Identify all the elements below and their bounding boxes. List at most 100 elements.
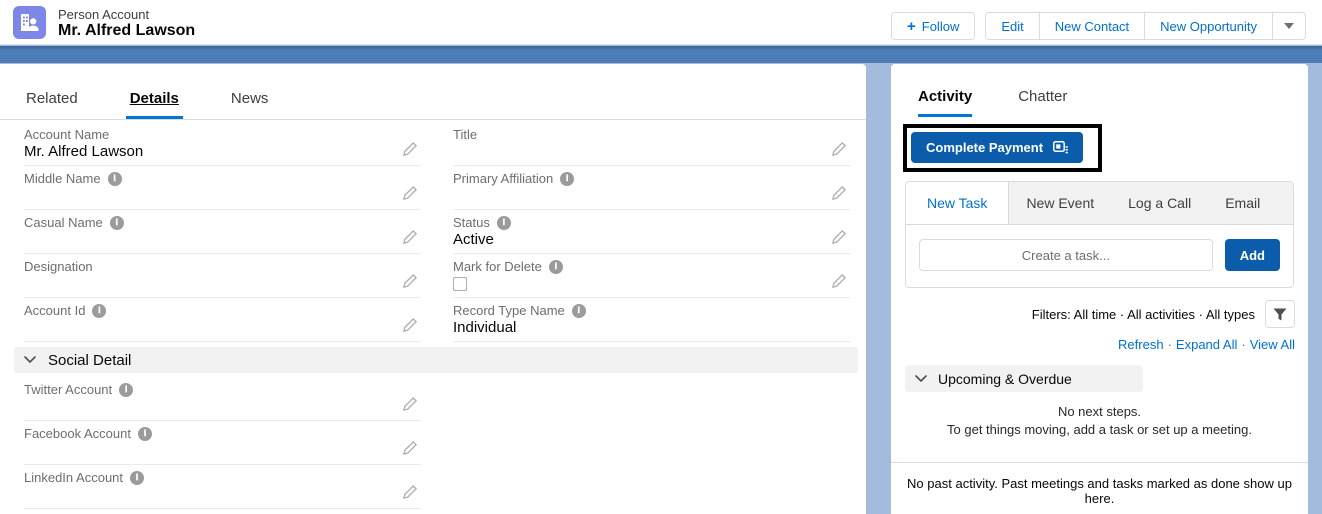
field-label: Casual Name: [24, 215, 103, 230]
field-record-type-name: Record Type Name Individual: [453, 298, 850, 342]
field-linkedin-account: LinkedIn Account: [24, 465, 421, 509]
detail-fields-grid: Account Name Mr. Alfred Lawson Title Mid…: [0, 120, 866, 342]
tab-new-task[interactable]: New Task: [906, 182, 1009, 224]
edit-pencil-icon[interactable]: [831, 230, 846, 245]
field-label: Mark for Delete: [453, 259, 542, 274]
tab-activity[interactable]: Activity: [918, 88, 972, 117]
info-icon[interactable]: [138, 427, 152, 441]
tab-related[interactable]: Related: [22, 90, 82, 119]
funnel-icon: [1273, 308, 1287, 321]
info-icon[interactable]: [119, 383, 133, 397]
edit-pencil-icon[interactable]: [402, 274, 417, 289]
detail-tabs: Related Details News: [0, 76, 866, 120]
field-status: Status Active: [453, 210, 850, 254]
follow-button[interactable]: + Follow: [891, 12, 975, 40]
screen-action-icon: [1053, 141, 1068, 154]
field-value: [24, 398, 395, 418]
field-value: [24, 486, 395, 506]
edit-pencil-icon[interactable]: [831, 274, 846, 289]
edit-pencil-icon[interactable]: [402, 485, 417, 500]
edit-pencil-icon[interactable]: [402, 230, 417, 245]
field-label: Account Id: [24, 303, 85, 318]
chevron-down-icon: [1284, 23, 1294, 29]
field-label: Status: [453, 215, 490, 230]
info-icon[interactable]: [92, 304, 106, 318]
edit-pencil-icon[interactable]: [402, 186, 417, 201]
field-account-name: Account Name Mr. Alfred Lawson: [24, 122, 421, 166]
field-twitter-account: Twitter Account: [24, 377, 421, 421]
field-label: Twitter Account: [24, 382, 112, 397]
info-icon[interactable]: [572, 304, 586, 318]
record-detail-panel: Related Details News Account Name Mr. Al…: [0, 64, 866, 514]
tab-chatter[interactable]: Chatter: [1018, 88, 1067, 117]
composer-body: Add: [906, 225, 1293, 287]
expand-all-link[interactable]: Expand All: [1176, 337, 1237, 352]
complete-payment-button[interactable]: Complete Payment: [911, 132, 1083, 163]
view-all-link[interactable]: View All: [1250, 337, 1295, 352]
more-actions-button[interactable]: [1272, 12, 1306, 40]
upcoming-overdue-section[interactable]: Upcoming & Overdue: [905, 365, 1143, 392]
create-task-input[interactable]: [919, 239, 1213, 271]
edit-pencil-icon[interactable]: [402, 142, 417, 157]
field-label: Middle Name: [24, 171, 101, 186]
field-value: [24, 442, 395, 462]
link-separator: ·: [1241, 337, 1245, 352]
activity-tabs: Activity Chatter: [891, 64, 1308, 117]
info-icon[interactable]: [497, 216, 511, 230]
info-icon[interactable]: [108, 172, 122, 186]
upcoming-overdue-label: Upcoming & Overdue: [938, 371, 1072, 387]
edit-pencil-icon[interactable]: [402, 397, 417, 412]
field-value: [24, 187, 395, 207]
field-facebook-account: Facebook Account: [24, 421, 421, 465]
refresh-link[interactable]: Refresh: [1118, 337, 1164, 352]
field-casual-name: Casual Name: [24, 210, 421, 254]
tab-details[interactable]: Details: [126, 90, 183, 119]
field-label: Designation: [24, 259, 93, 274]
field-value: [24, 319, 395, 339]
no-past-activity-message: No past activity. Past meetings and task…: [891, 476, 1308, 506]
field-label: LinkedIn Account: [24, 470, 123, 485]
field-value: Individual: [453, 319, 824, 339]
activity-divider: [891, 462, 1308, 463]
page-header: Person Account Mr. Alfred Lawson + Follo…: [0, 0, 1322, 45]
info-icon[interactable]: [549, 260, 563, 274]
add-task-button[interactable]: Add: [1225, 239, 1280, 271]
field-value: [24, 275, 395, 295]
activity-composer: New Task New Event Log a Call Email Add: [905, 181, 1294, 288]
page-title: Mr. Alfred Lawson: [58, 22, 195, 40]
edit-pencil-icon[interactable]: [831, 142, 846, 157]
edit-pencil-icon[interactable]: [402, 318, 417, 333]
filter-button[interactable]: [1265, 300, 1295, 328]
info-icon[interactable]: [110, 216, 124, 230]
tab-log-a-call[interactable]: Log a Call: [1111, 182, 1208, 224]
new-opportunity-button[interactable]: New Opportunity: [1144, 12, 1273, 40]
field-value: Active: [453, 231, 824, 251]
link-separator: ·: [1168, 337, 1172, 352]
field-label: Title: [453, 127, 477, 142]
header-actions: + Follow Edit New Contact New Opportunit…: [891, 12, 1306, 40]
tab-news[interactable]: News: [227, 90, 273, 119]
info-icon[interactable]: [560, 172, 574, 186]
empty-subtitle: To get things moving, add a task or set …: [891, 421, 1308, 439]
filters-summary: Filters: All time · All activities · All…: [1032, 307, 1255, 322]
edit-pencil-icon[interactable]: [831, 186, 846, 201]
activity-panel: Activity Chatter Complete Payment New Ta…: [891, 64, 1308, 514]
field-label: Account Name: [24, 127, 109, 142]
field-designation: Designation: [24, 254, 421, 298]
new-contact-button[interactable]: New Contact: [1039, 12, 1145, 40]
edit-button[interactable]: Edit: [985, 12, 1039, 40]
empty-title: No next steps.: [891, 403, 1308, 421]
page-background-band: [0, 46, 1322, 63]
tab-email[interactable]: Email: [1208, 182, 1277, 224]
activity-links: Refresh · Expand All · View All: [891, 337, 1295, 352]
field-middle-name: Middle Name: [24, 166, 421, 210]
plus-icon: +: [907, 19, 916, 34]
section-social-detail[interactable]: Social Detail: [14, 347, 858, 373]
edit-pencil-icon[interactable]: [402, 441, 417, 456]
field-account-id: Account Id: [24, 298, 421, 342]
field-value: [453, 187, 824, 207]
filters-row: Filters: All time · All activities · All…: [891, 300, 1295, 328]
tab-new-event[interactable]: New Event: [1009, 182, 1111, 224]
mark-for-delete-checkbox[interactable]: [453, 277, 467, 291]
info-icon[interactable]: [130, 471, 144, 485]
